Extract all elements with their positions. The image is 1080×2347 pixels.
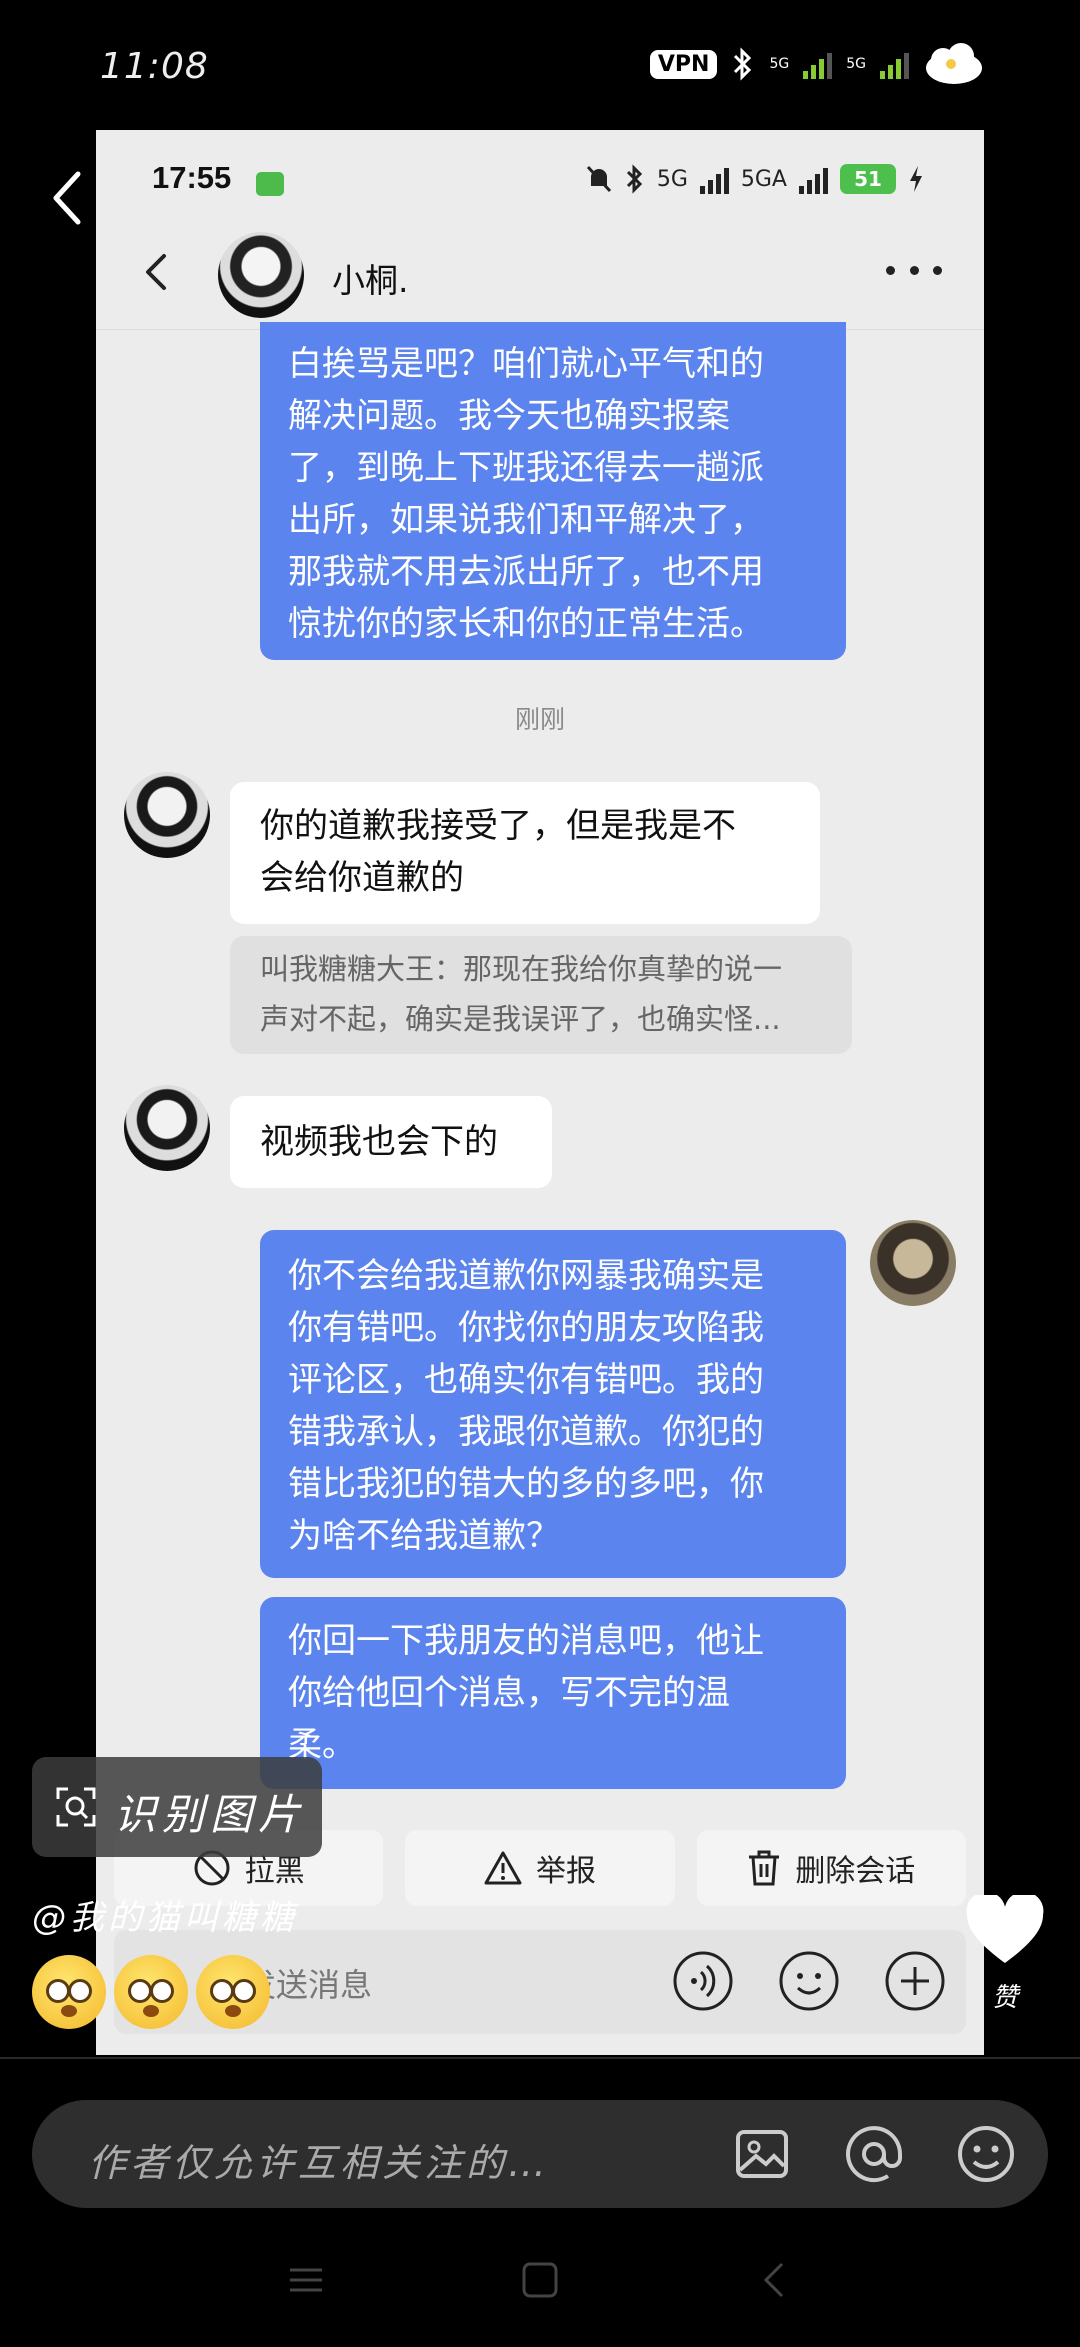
mute-bell-icon (586, 165, 611, 193)
plus-icon[interactable] (884, 1950, 946, 2012)
bluetooth-icon (734, 47, 752, 81)
author-handle[interactable]: @我的猫叫糖糖 (32, 1890, 298, 1939)
chat-header: 小桐. (96, 210, 984, 330)
back-icon[interactable] (48, 168, 88, 228)
app-notification-icon (256, 172, 284, 196)
report-label: 举报 (535, 1854, 596, 1889)
emoji-icon[interactable] (778, 1950, 840, 2012)
comment-icons (730, 2122, 1018, 2186)
outer-status-bar: 11:08 VPN 5G 5G (0, 0, 1080, 130)
flushed-emoji-icon (114, 1955, 188, 2029)
message-text: 白挨骂是吧？咱们就心平气和的 解决问题。我今天也确实报案 了，到晚上下班我还得去… (288, 344, 764, 644)
input-icons (672, 1950, 946, 2012)
recognize-image-button[interactable]: 识别图片 (32, 1757, 322, 1857)
inner-network-1: 5G (656, 166, 688, 192)
home-icon[interactable] (518, 2258, 562, 2302)
more-icon[interactable] (886, 258, 942, 282)
back-icon[interactable] (138, 252, 174, 292)
message-bubble-incoming[interactable]: 你的道歉我接受了，但是我是不 会给你道歉的 (230, 782, 820, 924)
network-label-1: 5G (769, 56, 790, 72)
charging-icon (910, 166, 922, 192)
warning-icon (484, 1851, 522, 1885)
like-button[interactable]: 赞 (960, 1891, 1050, 2014)
signal-icon (803, 49, 833, 79)
delete-conversation-button[interactable]: 删除会话 (696, 1830, 966, 1906)
contact-avatar[interactable] (124, 1085, 210, 1171)
flushed-emoji-icon (196, 1955, 270, 2029)
quoted-message[interactable]: 叫我糖糖大王：那现在我给你真挚的说一 声对不起，确实是我误评了，也确实怪... (230, 936, 852, 1054)
message-bubble-outgoing[interactable]: 白挨骂是吧？咱们就心平气和的 解决问题。我今天也确实报案 了，到晚上下班我还得去… (260, 322, 846, 660)
message-text: 你回一下我朋友的消息吧，他让 你给他回个消息，写不完的温 柔。 (288, 1621, 764, 1765)
at-icon[interactable] (842, 2122, 906, 2186)
image-icon[interactable] (730, 2122, 794, 2186)
recognize-image-label: 识别图片 (114, 1790, 307, 1839)
message-bubble-outgoing[interactable]: 你不会给我道歉你网暴我确实是 你有错吧。你找你的朋友攻陷我 评论区，也确实你有错… (260, 1230, 846, 1578)
signal-icon (699, 164, 729, 194)
network-label-2: 5G (846, 56, 866, 72)
inner-status-icons: 5G 5GA 51 (585, 164, 924, 194)
trash-icon (749, 1850, 780, 1886)
flushed-emoji-icon (32, 1955, 106, 2029)
voice-icon[interactable] (672, 1950, 734, 2012)
battery-level: 51 (840, 164, 896, 194)
signal-icon (799, 164, 828, 194)
comment-input-bar[interactable]: 作者仅允许互相关注的… (32, 2100, 1048, 2208)
bluetooth-icon (626, 164, 642, 194)
smile-icon[interactable] (954, 2122, 1018, 2186)
contact-avatar[interactable] (124, 772, 210, 858)
message-bubble-outgoing[interactable]: 你回一下我朋友的消息吧，他让 你给他回个消息，写不完的温 柔。 (260, 1597, 846, 1789)
like-label: 赞 (991, 1983, 1018, 2013)
outer-status-icons: VPN 5G 5G (649, 42, 985, 86)
delete-label: 删除会话 (795, 1854, 916, 1889)
emoji-stickers (32, 1955, 270, 2029)
contact-name[interactable]: 小桐. (332, 254, 409, 302)
contact-avatar[interactable] (218, 232, 304, 318)
cloud-sticker-icon (926, 43, 982, 84)
divider (0, 2057, 1080, 2059)
my-avatar[interactable] (870, 1220, 956, 1306)
comment-placeholder[interactable]: 作者仅允许互相关注的… (88, 2132, 550, 2187)
message-bubble-incoming[interactable]: 视频我也会下的 (230, 1096, 552, 1188)
nav-back-icon[interactable] (752, 2258, 796, 2302)
time-separator: 刚刚 (514, 705, 565, 734)
inner-clock: 17:55 (152, 160, 232, 195)
inner-status-bar: 17:55 5G 5GA 51 (96, 130, 984, 210)
scan-icon (56, 1787, 96, 1827)
message-text: 你不会给我道歉你网暴我确实是 你有错吧。你找你的朋友攻陷我 评论区，也确实你有错… (288, 1256, 764, 1556)
menu-icon[interactable] (284, 2258, 328, 2302)
report-button[interactable]: 举报 (405, 1830, 675, 1906)
heart-icon (966, 1891, 1044, 1963)
inner-network-2: 5GA (740, 166, 787, 192)
outer-clock: 11:08 (100, 46, 209, 87)
system-nav-bar (0, 2240, 1080, 2320)
vpn-badge: VPN (649, 49, 718, 79)
signal-icon (880, 49, 909, 79)
quoted-text: 叫我糖糖大王：那现在我给你真挚的说一 声对不起，确实是我误评了，也确实怪... (260, 952, 783, 1036)
message-text: 你的道歉我接受了，但是我是不 会给你道歉的 (260, 806, 736, 898)
message-text: 视频我也会下的 (260, 1122, 498, 1162)
